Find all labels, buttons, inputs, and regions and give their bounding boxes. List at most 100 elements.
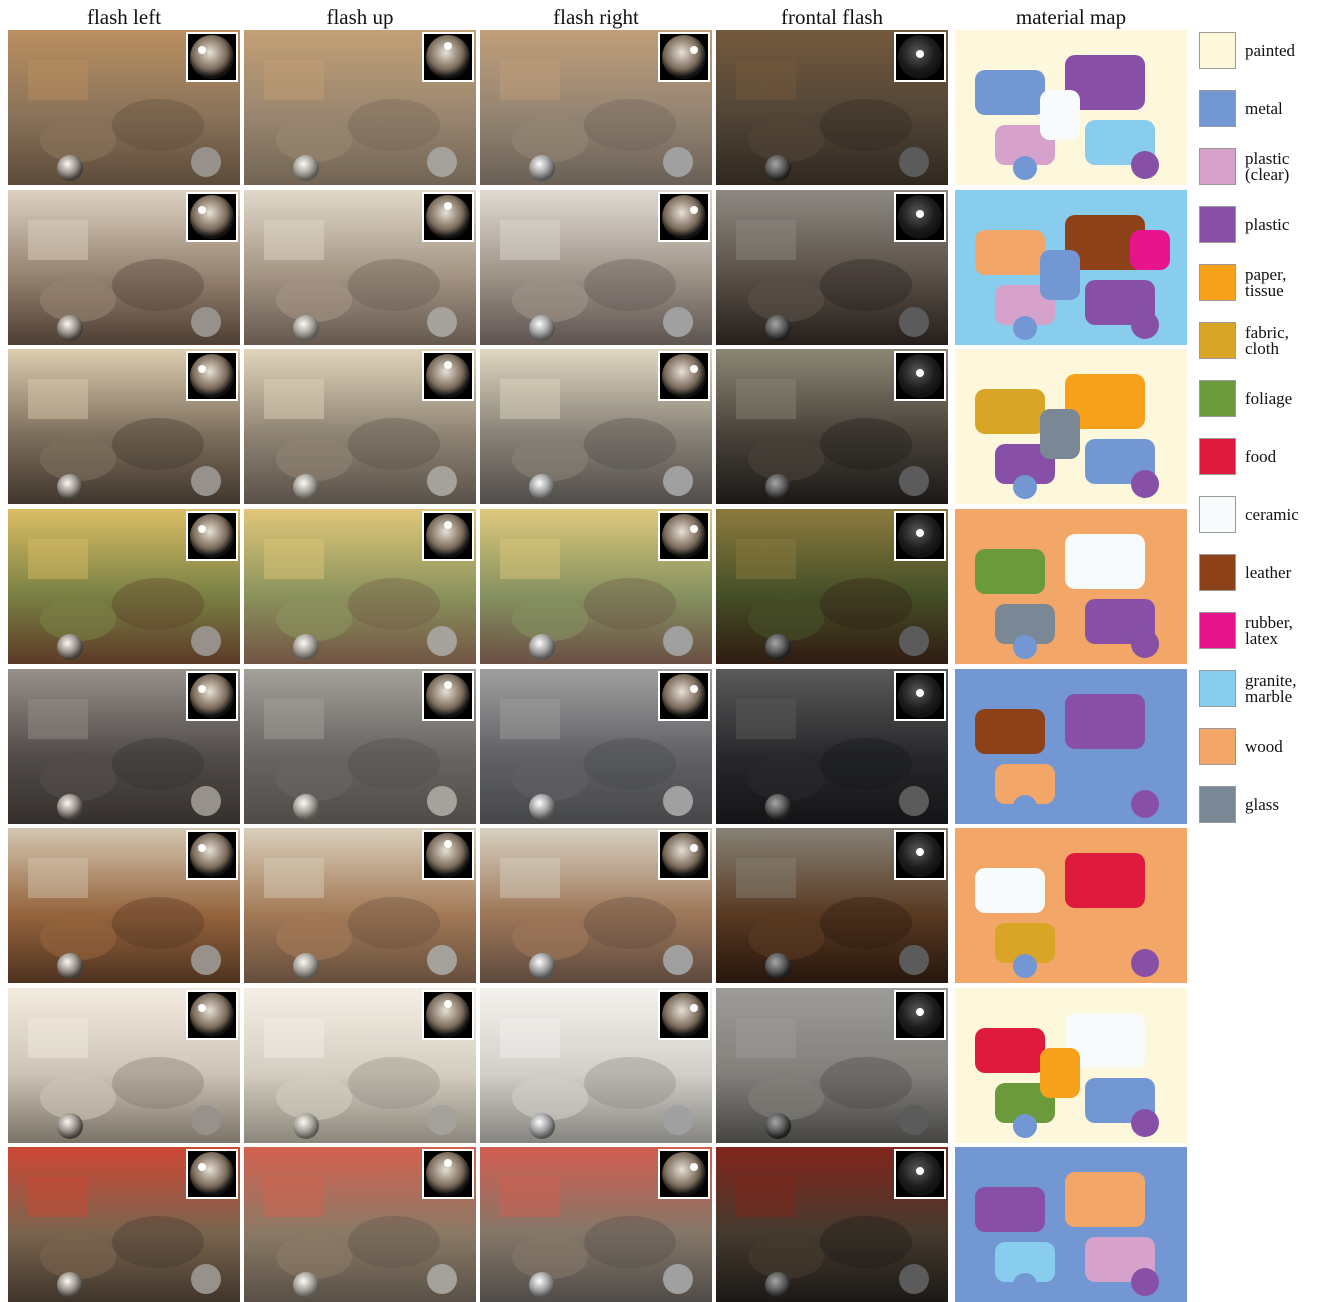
chrome-probe-inset [186,351,238,401]
column-title-flash-left: flash left [86,5,162,29]
chrome-probe-inset [422,32,474,82]
scene-photo-bathroom-counter-flash-left [8,190,240,345]
legend-label: glass [1245,786,1322,823]
chrome-probe-inset [658,351,710,401]
scene-photo-chairs-flash-up [244,669,476,824]
legend-label: food [1245,438,1322,475]
scene-photo-fruit-bowl-frontal-flash [716,828,948,983]
scene-photo-kitchen-sink-flash-up [244,30,476,185]
scene-photo-utensils-flash-up [244,1147,476,1302]
legend-label-text: plastic (clear) [1245,148,1290,184]
legend-label: painted [1245,32,1322,69]
scene-photo-bathroom-counter-flash-right [480,190,712,345]
scene-photo-plant-flash-up [244,509,476,664]
legend-swatch [1199,206,1236,243]
scene-photo-shelf-flash-right [480,349,712,504]
legend-swatch [1199,322,1236,359]
chrome-probe-inset [658,990,710,1040]
scene-photo-bathroom-counter-flash-up [244,190,476,345]
legend-label: plastic (clear) [1245,148,1322,185]
scene-photo-plant-flash-right [480,509,712,664]
legend-swatch [1199,148,1236,185]
scene-photo-utensils-flash-left [8,1147,240,1302]
scene-photo-shelf-flash-left [8,349,240,504]
chrome-probe-inset [422,351,474,401]
legend-swatch [1199,612,1236,649]
legend-label: ceramic [1245,496,1322,533]
chrome-probe-inset [422,990,474,1040]
material-map-shelf [955,349,1187,504]
chrome-probe-inset [186,990,238,1040]
chrome-probe-inset [422,1149,474,1199]
legend-swatch [1199,90,1236,127]
legend-swatch [1199,554,1236,591]
chrome-probe-inset [658,32,710,82]
legend-label: metal [1245,90,1322,127]
chrome-probe-inset [422,671,474,721]
material-map-bathroom-counter [955,190,1187,345]
legend-label-text: rubber, latex [1245,612,1293,648]
material-map-fruit-bowl [955,828,1187,983]
material-map-plant [955,509,1187,664]
legend-label: wood [1245,728,1322,765]
scene-photo-plant-flash-left [8,509,240,664]
chrome-probe-inset [658,830,710,880]
scene-photo-table-frontal-flash [716,988,948,1143]
scene-photo-table-flash-left [8,988,240,1143]
chrome-probe-inset [658,671,710,721]
chrome-probe-inset [894,32,946,82]
legend-swatch [1199,380,1236,417]
legend-swatch [1199,32,1236,69]
scene-photo-shelf-frontal-flash [716,349,948,504]
legend-label: granite, marble [1245,670,1322,707]
legend-label-text: food [1245,446,1277,466]
legend-swatch [1199,670,1236,707]
chrome-probe-inset [422,192,474,242]
chrome-probe-inset [894,1149,946,1199]
legend-label-text: ceramic [1245,504,1299,524]
chrome-probe-inset [186,511,238,561]
chrome-probe-inset [894,671,946,721]
material-map-utensils [955,1147,1187,1302]
legend-label-text: glass [1245,794,1279,814]
legend-label-text: metal [1245,98,1283,118]
scene-photo-shelf-flash-up [244,349,476,504]
chrome-probe-inset [658,1149,710,1199]
chrome-probe-inset [658,192,710,242]
chrome-probe-inset [894,830,946,880]
column-title-flash-up: flash up [326,5,394,29]
legend-label-text: plastic [1245,214,1290,234]
chrome-probe-inset [186,671,238,721]
scene-photo-fruit-bowl-flash-right [480,828,712,983]
legend-label-text: leather [1245,562,1292,582]
scene-photo-kitchen-sink-flash-left [8,30,240,185]
scene-photo-fruit-bowl-flash-left [8,828,240,983]
chrome-probe-inset [422,511,474,561]
legend-label-text: painted [1245,40,1296,60]
legend-label: plastic [1245,206,1322,243]
scene-photo-chairs-flash-left [8,669,240,824]
legend-label: foliage [1245,380,1322,417]
legend-label-text: foliage [1245,388,1293,408]
scene-photo-table-flash-right [480,988,712,1143]
scene-photo-plant-frontal-flash [716,509,948,664]
material-map-chairs [955,669,1187,824]
column-title-flash-right: flash right [553,5,639,29]
legend-label-text: fabric, cloth [1245,322,1289,358]
chrome-probe-inset [186,32,238,82]
material-figure: flash left flash up flash right frontal … [0,0,1322,1302]
scene-photo-fruit-bowl-flash-up [244,828,476,983]
legend-label-text: granite, marble [1245,670,1297,706]
scene-photo-utensils-frontal-flash [716,1147,948,1302]
scene-photo-table-flash-up [244,988,476,1143]
scene-photo-kitchen-sink-flash-right [480,30,712,185]
legend-swatch [1199,438,1236,475]
chrome-probe-inset [186,1149,238,1199]
legend-swatch [1199,786,1236,823]
chrome-probe-inset [422,830,474,880]
scene-photo-chairs-flash-right [480,669,712,824]
chrome-probe-inset [186,830,238,880]
legend-label: fabric, cloth [1245,322,1322,359]
column-title-material-map: material map [1015,5,1127,29]
legend-label-text: wood [1245,736,1283,756]
